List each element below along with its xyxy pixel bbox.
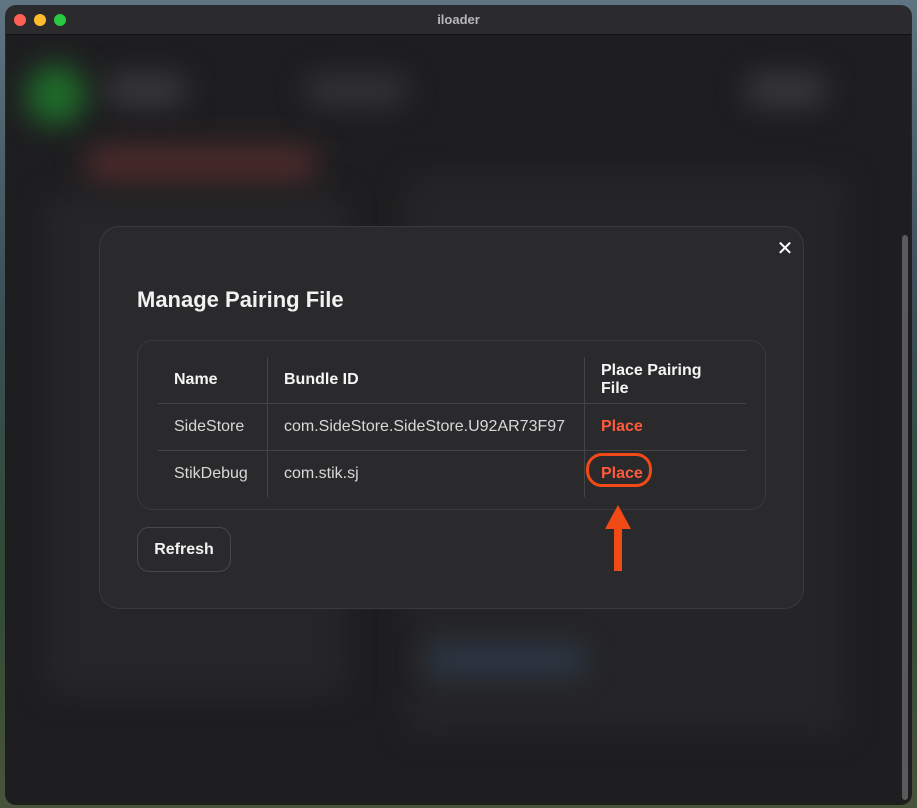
column-header-bundle-id: Bundle ID xyxy=(267,357,585,404)
annotation-circle xyxy=(586,453,652,487)
annotation-arrow-icon xyxy=(605,505,631,571)
manage-pairing-modal: ✕ Manage Pairing File Name Bundle ID Pla… xyxy=(99,226,804,609)
table-row: SideStore com.SideStore.SideStore.U92AR7… xyxy=(158,403,746,451)
place-button-highlighted[interactable]: Place xyxy=(586,453,652,487)
column-header-place: Place Pairing File xyxy=(584,357,746,404)
modal-title: Manage Pairing File xyxy=(137,287,344,312)
title-bar: iloader xyxy=(6,6,911,35)
pairing-table-card: Name Bundle ID Place Pairing File SideSt… xyxy=(137,340,766,510)
table-header-row: Name Bundle ID Place Pairing File xyxy=(158,357,746,404)
row-name: SideStore xyxy=(158,403,268,451)
window-title: iloader xyxy=(437,12,480,27)
close-icon[interactable]: ✕ xyxy=(775,239,795,259)
column-header-name: Name xyxy=(174,371,218,388)
table-row: StikDebug com.stik.sj Place xyxy=(158,450,746,497)
window-scrollbar[interactable] xyxy=(902,235,908,800)
row-bundle-id: com.stik.sj xyxy=(267,450,585,497)
refresh-button[interactable]: Refresh xyxy=(137,527,231,572)
row-bundle-id: com.SideStore.SideStore.U92AR73F97 xyxy=(267,403,585,451)
place-button[interactable]: Place xyxy=(601,418,643,436)
row-name: StikDebug xyxy=(158,450,268,497)
pairing-table: Name Bundle ID Place Pairing File SideSt… xyxy=(158,357,746,497)
